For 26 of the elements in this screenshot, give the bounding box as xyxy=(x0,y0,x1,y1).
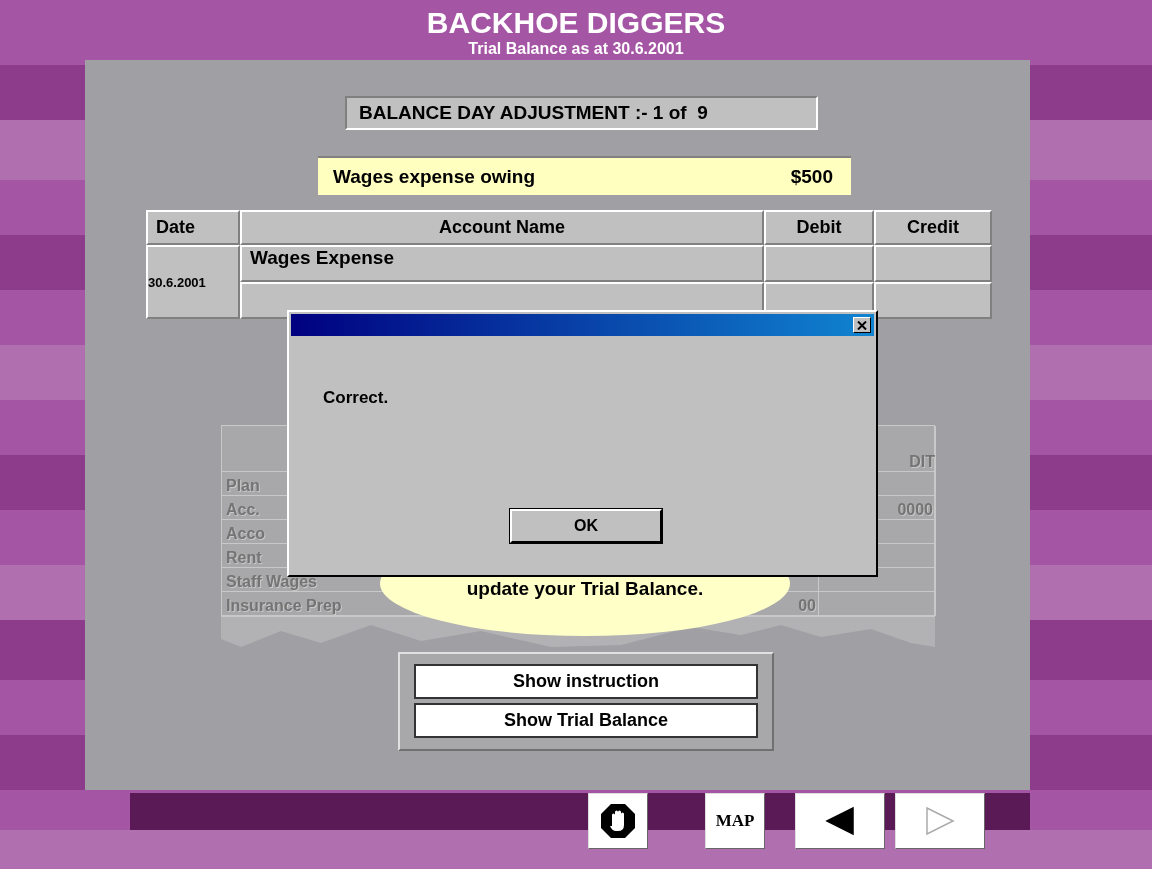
adjustment-counter: BALANCE DAY ADJUSTMENT :- 1 of 9 xyxy=(345,96,818,130)
transaction-amount: $500 xyxy=(790,165,833,188)
credit-cell[interactable] xyxy=(874,282,992,319)
action-button[interactable]: Show instruction xyxy=(414,664,758,699)
date-cell: 30.6.2001 xyxy=(146,245,240,319)
stop-hand-icon xyxy=(601,804,635,838)
app-title: BACKHOE DIGGERS xyxy=(426,6,726,40)
column-header: Credit xyxy=(874,210,992,245)
column-header: Account Name xyxy=(240,210,764,245)
left-arrow-icon xyxy=(825,806,855,836)
debit-cell[interactable] xyxy=(764,245,874,282)
map-button[interactable]: MAP xyxy=(705,793,765,849)
dialog-message: Correct. xyxy=(323,388,390,408)
ok-button[interactable]: OK xyxy=(510,509,662,543)
right-arrow-icon xyxy=(925,806,955,836)
app-subtitle: Trial Balance as at 30.6.2001 xyxy=(468,40,684,58)
close-button[interactable] xyxy=(853,317,871,333)
column-header: Debit xyxy=(764,210,874,245)
column-header: Date xyxy=(146,210,240,245)
back-button[interactable] xyxy=(795,793,885,849)
stop-button[interactable] xyxy=(588,793,648,849)
transaction-description: Wages expense owing xyxy=(333,165,535,188)
close-icon xyxy=(857,320,867,330)
action-button[interactable]: Show Trial Balance xyxy=(414,703,758,738)
credit-cell[interactable] xyxy=(874,245,992,282)
account-cell[interactable]: Wages Expense xyxy=(240,245,764,282)
